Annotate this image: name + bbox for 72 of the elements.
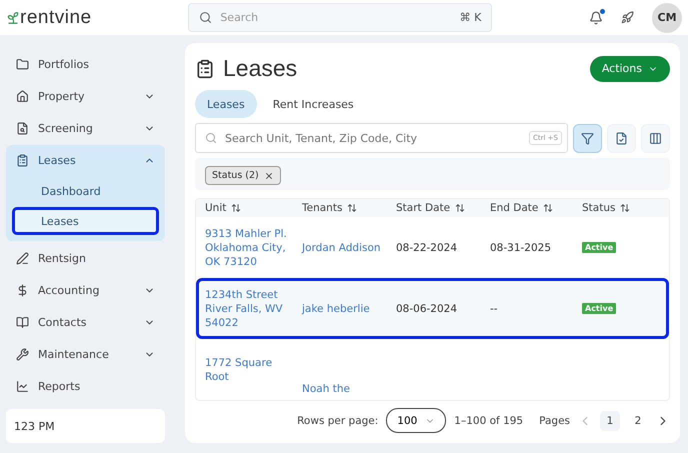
columns-button[interactable] [641,124,670,152]
column-header[interactable]: Start Date [396,202,490,214]
notifications-button[interactable] [589,10,604,24]
sidebar-item[interactable]: Contacts [6,307,165,337]
sidebar-item[interactable]: Portfolios [6,49,165,79]
sidebar-subitem[interactable]: Dashboard [12,177,159,205]
rocket-icon[interactable] [621,11,634,24]
clipboard-icon [16,154,29,166]
shortcut-hint: ⌘ K [460,11,482,24]
sort-icon[interactable] [543,203,554,213]
sort-icon[interactable] [347,203,358,213]
tab[interactable]: Rent Increases [260,90,366,118]
table-row[interactable]: 1234th Street River Falls, WV 54022 jake heberlie 08-06-2024 -- Active [196,278,669,339]
tenant-link[interactable]: Jordan Addison [302,240,396,254]
book-icon [16,316,29,328]
tab[interactable]: Leases [195,90,257,118]
actions-button[interactable]: Actions [590,56,670,82]
page-button[interactable]: 1 [600,410,620,430]
table-cell-text: 08-22-2024 [396,242,458,254]
rows-per-page-label: Rows per page: [297,414,378,426]
rows-per-page-select[interactable]: 100 [386,408,446,433]
search-icon [199,11,212,24]
house-icon [16,90,29,102]
filter-icon [581,132,594,144]
dollar-icon [16,284,29,296]
status-badge: Active [582,303,616,314]
column-header[interactable]: Unit [205,202,302,214]
user-avatar[interactable]: CM [652,2,682,32]
sidebar-item[interactable]: Screening [6,113,165,143]
table-cell-text: -- [490,302,499,314]
sidebar-item[interactable]: Reports [6,371,165,401]
sidebar-item[interactable]: Leases [6,145,165,175]
page-button[interactable]: 2 [628,410,648,430]
sidebar-item[interactable]: Property [6,81,165,111]
unit-link[interactable]: 1772 Square Root [205,356,302,384]
pages-label: Pages [539,414,570,426]
saved-report-button[interactable] [607,124,636,152]
leaf-logo-icon [6,10,20,24]
pen-icon [16,252,29,264]
sidebar-subitem[interactable]: Leases [12,207,159,235]
status-badge: Active [582,242,616,253]
search-field[interactable]: Search ⌘ K [188,3,492,32]
sidebar-item[interactable]: Accounting [6,275,165,305]
column-header[interactable]: Tenants [302,202,396,214]
column-header[interactable]: End Date [490,202,582,214]
account-panel[interactable]: 123 PM [6,409,165,443]
wrench-icon [16,348,29,360]
sidebar-item[interactable]: Rentsign [6,243,165,273]
filter-button[interactable] [573,124,602,152]
page-title: Leases [223,55,298,82]
unit-link[interactable]: 9313 Mahler Pl. Oklahoma City, OK 73120 [205,226,302,268]
document-check-icon [615,132,628,144]
sidebar-item[interactable]: Maintenance [6,339,165,369]
chart-icon [16,380,29,392]
table-cell-text: 08-06-2024 [396,302,458,314]
filter-chip[interactable]: Status (2) [205,166,281,185]
document-search-icon [16,122,29,134]
brand-logo: rentvine [20,6,92,28]
close-icon[interactable] [264,170,274,180]
sort-icon[interactable] [620,203,630,213]
unit-link[interactable]: 1234th Street River Falls, WV 54022 [205,288,302,330]
table-cell-text: 08-31-2025 [490,242,552,254]
tenant-link[interactable]: jake heberlie [302,302,396,316]
folder-icon [16,58,29,70]
clipboard-icon [195,58,215,78]
columns-icon [649,132,662,144]
tenant-link[interactable]: Noah the [302,382,396,396]
range-label: 1–100 of 195 [454,414,524,426]
column-header[interactable]: Status [582,202,660,214]
sort-icon[interactable] [231,203,242,213]
search-icon [205,132,217,144]
sort-icon[interactable] [455,203,466,213]
